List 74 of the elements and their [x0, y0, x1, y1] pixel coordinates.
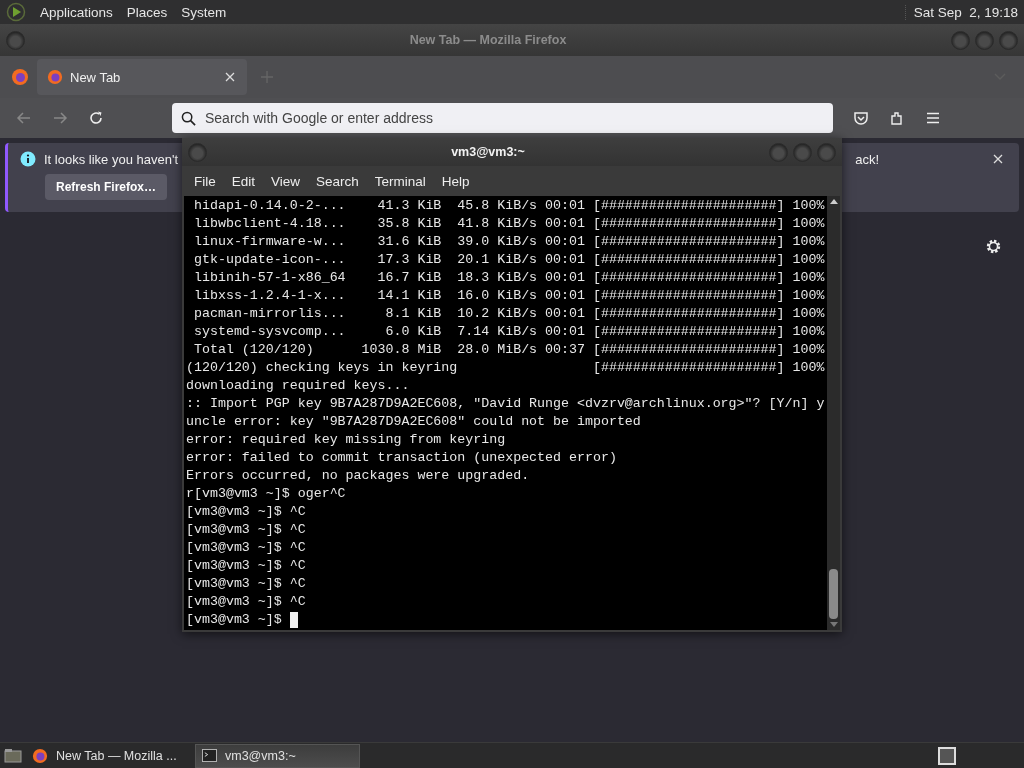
- terminal-line: gtk-update-icon-... 17.3 KiB 20.1 KiB/s 00:01 [######################] 100%: [192, 251, 826, 269]
- scroll-up-icon[interactable]: [829, 199, 838, 204]
- panel-menu[interactable]: Applications: [34, 4, 119, 20]
- close-icon[interactable]: [225, 72, 235, 82]
- panel-menu[interactable]: System: [175, 4, 233, 20]
- terminal-line: [vm3@vm3 ~]$ ^C: [186, 503, 307, 521]
- terminal-line: libxss-1.2.4-1-x... 14.1 KiB 16.0 KiB/s 00:01 [######################] 100%: [192, 287, 826, 305]
- workspace-switcher[interactable]: [938, 746, 956, 765]
- terminal-line: [vm3@vm3 ~]$ ^C: [186, 521, 307, 539]
- terminal-line: [vm3@vm3 ~]$ ^C: [186, 557, 307, 575]
- reload-icon[interactable]: [88, 110, 104, 126]
- show-desktop-icon[interactable]: [4, 747, 22, 764]
- refresh-button[interactable]: Refresh Firefox…: [45, 174, 168, 200]
- menu-icon[interactable]: [925, 110, 941, 126]
- terminal-line: error: failed to commit transaction (unexpected error): [186, 449, 618, 467]
- window-menu-button[interactable]: [6, 30, 25, 50]
- panel-menu[interactable]: Places: [120, 4, 174, 20]
- terminal-icon: [202, 749, 217, 762]
- scrollbar[interactable]: [827, 196, 840, 630]
- terminal-line: libwbclient-4.18... 35.8 KiB 41.8 KiB/s 00:01 [######################] 100%: [192, 215, 826, 233]
- menu-item[interactable]: View: [263, 173, 309, 189]
- scrollbar-thumb[interactable]: [829, 569, 838, 619]
- close-icon[interactable]: [993, 154, 1003, 164]
- minimize-button[interactable]: [769, 142, 788, 162]
- notification-text: ack!: [855, 151, 879, 167]
- firefox-icon: [32, 747, 48, 764]
- window-menu-button[interactable]: [188, 142, 207, 162]
- terminal-prompt: [vm3@vm3 ~]$: [186, 611, 283, 629]
- terminal-line: Total (120/120) 1030.8 MiB 28.0 MiB/s 00:37 [######################] 100%: [192, 341, 826, 359]
- terminal-line: (120/120) checking keys in keyring [######################] 100%: [186, 359, 826, 377]
- terminal-line: [vm3@vm3 ~]$ ^C: [186, 539, 307, 557]
- logo-icon[interactable]: [6, 2, 26, 22]
- firefox-icon[interactable]: [11, 68, 29, 86]
- terminal-line: downloading required keys...: [186, 377, 411, 395]
- menu-item[interactable]: File: [186, 173, 224, 189]
- back-icon[interactable]: [16, 110, 32, 126]
- clock[interactable]: Sat Sep 2, 19:18: [904, 4, 1018, 20]
- forward-icon[interactable]: [52, 110, 68, 126]
- menu-item[interactable]: Edit: [223, 173, 264, 189]
- terminal-line: libinih-57-1-x86_64 16.7 KiB 18.3 KiB/s 00:01 [######################] 100%: [192, 269, 826, 287]
- close-button[interactable]: [999, 30, 1018, 50]
- terminal-line: systemd-sysvcomp... 6.0 KiB 7.14 KiB/s 00:01 [######################] 100%: [192, 323, 826, 341]
- address-bar[interactable]: Search with Google or enter address: [172, 103, 833, 133]
- puzzle-icon[interactable]: [889, 110, 905, 126]
- terminal-line: r[vm3@vm3 ~]$ oger^C: [186, 485, 347, 503]
- text-cursor: [289, 612, 298, 628]
- terminal-line: Errors occurred, no packages were upgraded.: [186, 467, 531, 485]
- info-icon: [20, 151, 36, 167]
- firefox-icon: [47, 69, 63, 85]
- window-title: vm3@vm3:~: [450, 145, 526, 159]
- minimize-button[interactable]: [951, 30, 970, 50]
- terminal-line: hidapi-0.14.0-2-... 41.3 KiB 45.8 KiB/s 00:01 [######################] 100%: [192, 197, 826, 215]
- menu-item[interactable]: Help: [433, 173, 478, 189]
- menu-item[interactable]: Search: [308, 173, 367, 189]
- terminal-line: error: required key missing from keyring: [186, 431, 507, 449]
- search-icon: [181, 111, 196, 126]
- browser-tab[interactable]: New Tab: [37, 59, 247, 95]
- taskbar-item[interactable]: vm3@vm3:~: [195, 743, 360, 768]
- terminal-line: pacman-mirrorlis... 8.1 KiB 10.2 KiB/s 00:01 [######################] 100%: [192, 305, 826, 323]
- maximize-button[interactable]: [975, 30, 994, 50]
- taskbar-item[interactable]: New Tab — Mozilla ...: [26, 743, 191, 768]
- terminal-line: [vm3@vm3 ~]$ ^C: [186, 593, 307, 611]
- terminal-line: :: Import PGP key 9B7A287D9A2EC608, "David Runge <dvzrv@archlinux.org>"? [Y/n] y: [186, 395, 826, 413]
- window-title: New Tab — Mozilla Firefox: [408, 33, 568, 47]
- scroll-down-icon[interactable]: [829, 622, 838, 627]
- menu-item[interactable]: Terminal: [366, 173, 434, 189]
- close-button[interactable]: [817, 142, 836, 162]
- settings-icon[interactable]: [985, 238, 1002, 255]
- terminal-line: [vm3@vm3 ~]$ ^C: [186, 575, 307, 593]
- maximize-button[interactable]: [793, 142, 812, 162]
- terminal-line: linux-firmware-w... 31.6 KiB 39.0 KiB/s 00:01 [######################] 100%: [192, 233, 826, 251]
- pocket-icon[interactable]: [853, 110, 869, 126]
- notification-text: It looks like you haven't: [44, 151, 178, 167]
- terminal-line: uncle error: key "9B7A287D9A2EC608" could not be imported: [186, 413, 642, 431]
